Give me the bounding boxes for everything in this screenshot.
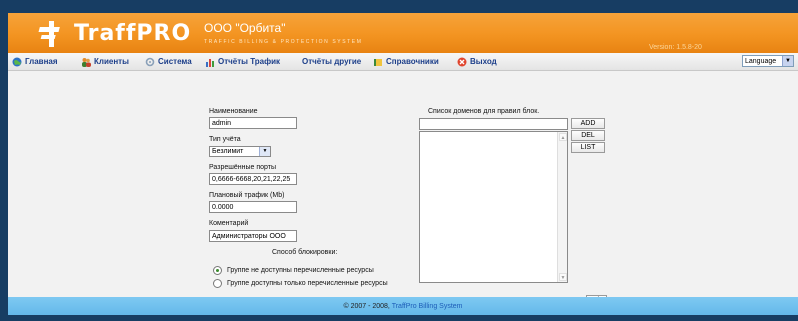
organization-name: ООО "Орбита" bbox=[204, 21, 286, 35]
logo-text: TraffPRO bbox=[74, 21, 192, 46]
footer-link[interactable]: TraffPro Billing System bbox=[392, 303, 463, 310]
domain-input[interactable] bbox=[419, 118, 568, 130]
domain-list[interactable]: ▲ ▼ bbox=[419, 131, 568, 283]
menu-item-other-reports[interactable]: Отчёты другие bbox=[302, 56, 361, 67]
list-button[interactable]: LIST bbox=[571, 142, 605, 153]
book-icon bbox=[374, 58, 382, 66]
app-window: TraffPRO ООО "Орбита" TRAFFIC BILLING & … bbox=[8, 13, 798, 315]
users-icon bbox=[82, 57, 91, 67]
main-menu: Главная Клиенты Система Отчёты Трафик От… bbox=[8, 53, 798, 71]
menu-label: Клиенты bbox=[94, 57, 129, 66]
header-banner: TraffPRO ООО "Орбита" TRAFFIC BILLING & … bbox=[8, 13, 798, 53]
traffic-field[interactable]: 0.0000 bbox=[209, 201, 297, 213]
radio-allow-only-listed-label: Группе доступны только перечисленные рес… bbox=[227, 280, 388, 287]
comment-label: Коментарий bbox=[209, 220, 249, 227]
chevron-down-icon: ▼ bbox=[259, 147, 270, 156]
menu-label: Главная bbox=[25, 57, 58, 66]
exit-icon bbox=[457, 57, 467, 66]
radio-deny-listed-label: Группе не доступны перечисленные ресурсы bbox=[227, 267, 374, 274]
scroll-down-icon[interactable]: ▼ bbox=[559, 273, 567, 281]
menu-item-exit[interactable]: Выход bbox=[457, 56, 497, 67]
bar-chart-icon bbox=[206, 58, 214, 67]
tagline: TRAFFIC BILLING & PROTECTION SYSTEM bbox=[204, 39, 363, 45]
menu-item-home[interactable]: Главная bbox=[12, 56, 58, 67]
account-type-label: Тип учёта bbox=[209, 136, 241, 143]
delete-button[interactable]: DEL bbox=[571, 130, 605, 141]
scrollbar[interactable]: ▲ ▼ bbox=[557, 132, 567, 282]
menu-item-references[interactable]: Справочники bbox=[373, 56, 439, 67]
radio-allow-only-listed[interactable] bbox=[213, 279, 222, 288]
menu-item-system[interactable]: Система bbox=[145, 56, 192, 67]
copyright-text: © 2007 - 2008, bbox=[343, 303, 392, 310]
menu-label: Справочники bbox=[386, 57, 439, 66]
name-label: Наименование bbox=[209, 108, 258, 115]
account-type-value: Безлимит bbox=[212, 148, 244, 155]
gear-icon bbox=[145, 57, 155, 66]
language-select-value: Language bbox=[745, 57, 777, 65]
menu-item-traffic-reports[interactable]: Отчёты Трафик bbox=[205, 56, 280, 67]
comment-field[interactable]: Администраторы ООО bbox=[209, 230, 297, 242]
name-field[interactable]: admin bbox=[209, 117, 297, 129]
menu-label: Отчёты другие bbox=[302, 57, 362, 66]
radio-deny-listed[interactable] bbox=[213, 266, 222, 275]
scroll-up-icon[interactable]: ▲ bbox=[559, 133, 567, 141]
ports-label: Разрешённые порты bbox=[209, 164, 277, 171]
language-select[interactable]: Language ▼ bbox=[742, 55, 794, 67]
version-label: Version: 1.5.8-20 bbox=[649, 44, 702, 51]
menu-label: Отчёты Трафик bbox=[218, 57, 281, 66]
traffic-label: Плановый трафик (Mb) bbox=[209, 192, 285, 199]
ports-field[interactable]: 0,6666-6668,20,21,22,25 bbox=[209, 173, 297, 185]
block-method-label: Способ блокировки: bbox=[272, 249, 338, 256]
logo-icon bbox=[38, 21, 60, 47]
footer: © 2007 - 2008, TraffPro Billing System bbox=[8, 297, 798, 315]
globe-icon bbox=[12, 57, 22, 66]
main-content: Наименование admin Тип учёта Безлимит ▼ … bbox=[8, 71, 798, 306]
chevron-down-icon: ▼ bbox=[782, 56, 793, 66]
add-button[interactable]: ADD bbox=[571, 118, 605, 129]
menu-label: Выход bbox=[470, 57, 497, 66]
menu-item-clients[interactable]: Клиенты bbox=[81, 56, 129, 67]
account-type-select[interactable]: Безлимит ▼ bbox=[209, 146, 271, 157]
domains-title: Список доменов для правил блок. bbox=[428, 108, 540, 115]
menu-label: Система bbox=[158, 57, 192, 66]
